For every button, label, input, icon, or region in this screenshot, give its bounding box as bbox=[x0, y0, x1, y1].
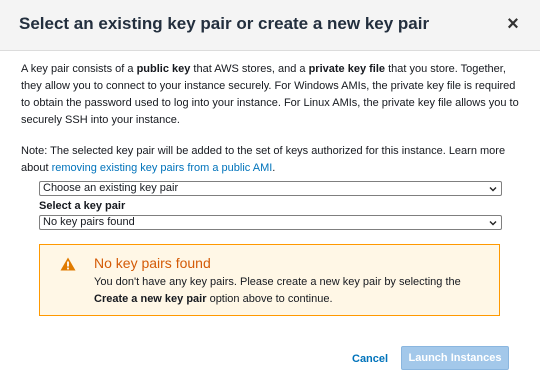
alert-text-2: option above to continue. bbox=[206, 293, 333, 305]
intro-paragraph: A key pair consists of a public key that… bbox=[21, 61, 526, 129]
alert-message: You don't have any key pairs. Please cre… bbox=[94, 274, 484, 308]
chevron-down-icon bbox=[489, 221, 497, 226]
alert-create-option: Create a new key pair bbox=[94, 293, 207, 305]
close-button[interactable]: × bbox=[504, 14, 522, 34]
chevron-down-icon bbox=[489, 187, 497, 192]
intro-text-2: that AWS stores, and a bbox=[190, 63, 309, 75]
note-paragraph: Note: The selected key pair will be adde… bbox=[21, 143, 526, 177]
key-pair-value: No key pairs found bbox=[43, 216, 135, 228]
launch-instances-button[interactable]: Launch Instances bbox=[401, 346, 509, 370]
key-pair-select[interactable]: No key pairs found bbox=[39, 215, 502, 230]
intro-private-key-file: private key file bbox=[308, 63, 386, 75]
intro-text-1: A key pair consists of a bbox=[21, 63, 137, 75]
no-key-pairs-alert: No key pairs found You don't have any ke… bbox=[39, 244, 500, 316]
remove-key-pairs-link[interactable]: removing existing key pairs from a publi… bbox=[52, 162, 273, 174]
key-pair-mode-select[interactable]: Choose an existing key pair bbox=[39, 181, 502, 196]
warning-triangle-icon bbox=[60, 257, 76, 271]
select-key-pair-label: Select a key pair bbox=[39, 200, 126, 212]
note-end: . bbox=[272, 162, 276, 174]
intro-public-key: public key bbox=[136, 63, 191, 75]
alert-text-1: You don't have any key pairs. Please cre… bbox=[94, 276, 461, 288]
modal-header: Select an existing key pair or create a … bbox=[0, 0, 540, 51]
alert-title: No key pairs found bbox=[94, 255, 211, 271]
cancel-button[interactable]: Cancel bbox=[352, 351, 388, 367]
key-pair-modal: Select an existing key pair or create a … bbox=[0, 0, 540, 386]
key-pair-mode-value: Choose an existing key pair bbox=[43, 182, 179, 194]
modal-title: Select an existing key pair or create a … bbox=[19, 14, 430, 33]
close-icon: × bbox=[507, 13, 519, 35]
